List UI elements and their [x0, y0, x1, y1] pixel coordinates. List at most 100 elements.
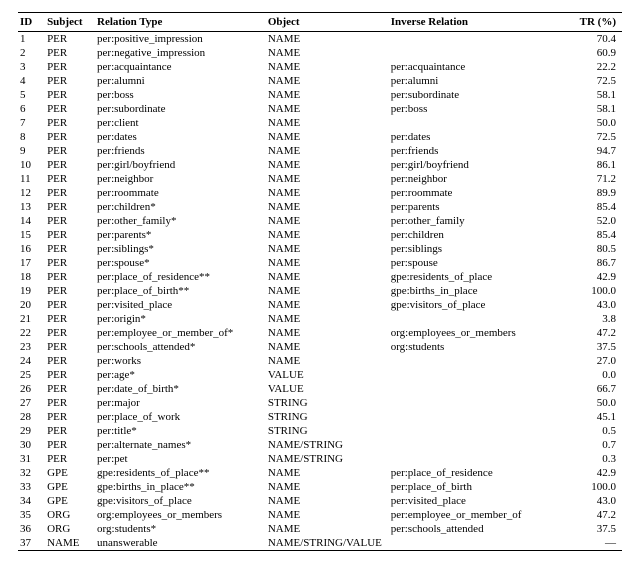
cell-inverse: gpe:births_in_place: [389, 284, 570, 298]
cell-id: 12: [18, 186, 45, 200]
cell-inverse: per:neighbor: [389, 172, 570, 186]
table-row: 37NAMEunanswerableNAME/STRING/VALUE—: [18, 536, 622, 551]
cell-subject: PER: [45, 228, 95, 242]
cell-subject: PER: [45, 298, 95, 312]
cell-subject: GPE: [45, 494, 95, 508]
cell-relation: org:students*: [95, 522, 266, 536]
table-row: 12PERper:roommateNAMEper:roommate89.9: [18, 186, 622, 200]
cell-inverse: [389, 46, 570, 60]
cell-tr: 85.4: [570, 200, 622, 214]
cell-inverse: org:students: [389, 340, 570, 354]
cell-inverse: [389, 452, 570, 466]
cell-subject: PER: [45, 32, 95, 47]
cell-relation: per:roommate: [95, 186, 266, 200]
cell-tr: 71.2: [570, 172, 622, 186]
cell-object: NAME: [266, 60, 389, 74]
cell-object: NAME: [266, 214, 389, 228]
cell-object: NAME: [266, 74, 389, 88]
cell-subject: PER: [45, 382, 95, 396]
cell-inverse: [389, 382, 570, 396]
cell-id: 11: [18, 172, 45, 186]
cell-relation: per:place_of_residence**: [95, 270, 266, 284]
cell-relation: per:subordinate: [95, 102, 266, 116]
cell-subject: PER: [45, 60, 95, 74]
cell-object: NAME: [266, 144, 389, 158]
cell-subject: PER: [45, 354, 95, 368]
cell-tr: 50.0: [570, 396, 622, 410]
cell-object: NAME: [266, 508, 389, 522]
cell-id: 22: [18, 326, 45, 340]
table-row: 15PERper:parents*NAMEper:children85.4: [18, 228, 622, 242]
cell-subject: PER: [45, 340, 95, 354]
cell-id: 20: [18, 298, 45, 312]
table-row: 16PERper:siblings*NAMEper:siblings80.5: [18, 242, 622, 256]
cell-id: 19: [18, 284, 45, 298]
cell-id: 5: [18, 88, 45, 102]
cell-relation: per:positive_impression: [95, 32, 266, 47]
cell-object: NAME/STRING: [266, 438, 389, 452]
cell-id: 36: [18, 522, 45, 536]
table-row: 28PERper:place_of_workSTRING45.1: [18, 410, 622, 424]
cell-object: NAME: [266, 354, 389, 368]
cell-subject: PER: [45, 312, 95, 326]
cell-tr: 22.2: [570, 60, 622, 74]
table-row: 3PERper:acquaintanceNAMEper:acquaintance…: [18, 60, 622, 74]
cell-object: NAME: [266, 102, 389, 116]
cell-relation: per:spouse*: [95, 256, 266, 270]
cell-subject: PER: [45, 144, 95, 158]
table-row: 21PERper:origin*NAME3.8: [18, 312, 622, 326]
cell-relation: per:age*: [95, 368, 266, 382]
cell-tr: 45.1: [570, 410, 622, 424]
cell-object: NAME: [266, 172, 389, 186]
cell-tr: 100.0: [570, 284, 622, 298]
cell-tr: 37.5: [570, 522, 622, 536]
cell-tr: 86.1: [570, 158, 622, 172]
cell-inverse: [389, 396, 570, 410]
cell-tr: 47.2: [570, 326, 622, 340]
table-row: 29PERper:title*STRING0.5: [18, 424, 622, 438]
cell-inverse: per:employee_or_member_of: [389, 508, 570, 522]
cell-inverse: [389, 116, 570, 130]
cell-tr: 0.5: [570, 424, 622, 438]
cell-object: NAME: [266, 116, 389, 130]
cell-tr: 27.0: [570, 354, 622, 368]
table-row: 24PERper:worksNAME27.0: [18, 354, 622, 368]
cell-inverse: gpe:visitors_of_place: [389, 298, 570, 312]
table-row: 14PERper:other_family*NAMEper:other_fami…: [18, 214, 622, 228]
cell-inverse: per:siblings: [389, 242, 570, 256]
cell-id: 31: [18, 452, 45, 466]
cell-subject: PER: [45, 186, 95, 200]
table-row: 17PERper:spouse*NAMEper:spouse86.7: [18, 256, 622, 270]
cell-inverse: [389, 410, 570, 424]
cell-tr: 66.7: [570, 382, 622, 396]
cell-tr: 43.0: [570, 494, 622, 508]
cell-subject: ORG: [45, 508, 95, 522]
cell-inverse: [389, 312, 570, 326]
cell-relation: per:children*: [95, 200, 266, 214]
table-row: 20PERper:visited_placeNAMEgpe:visitors_o…: [18, 298, 622, 312]
cell-subject: PER: [45, 256, 95, 270]
cell-id: 24: [18, 354, 45, 368]
cell-tr: 47.2: [570, 508, 622, 522]
cell-id: 3: [18, 60, 45, 74]
table-row: 35ORGorg:employees_or_membersNAMEper:emp…: [18, 508, 622, 522]
cell-inverse: per:subordinate: [389, 88, 570, 102]
header-inverse: Inverse Relation: [389, 13, 570, 32]
cell-subject: PER: [45, 214, 95, 228]
cell-inverse: per:boss: [389, 102, 570, 116]
cell-subject: PER: [45, 116, 95, 130]
table-row: 1PERper:positive_impressionNAME70.4: [18, 32, 622, 47]
table-row: 10PERper:girl/boyfriendNAMEper:girl/boyf…: [18, 158, 622, 172]
cell-id: 29: [18, 424, 45, 438]
cell-subject: PER: [45, 284, 95, 298]
cell-relation: per:friends: [95, 144, 266, 158]
cell-id: 34: [18, 494, 45, 508]
cell-object: NAME: [266, 494, 389, 508]
cell-relation: per:origin*: [95, 312, 266, 326]
cell-object: NAME: [266, 466, 389, 480]
cell-tr: 52.0: [570, 214, 622, 228]
cell-relation: per:other_family*: [95, 214, 266, 228]
cell-object: NAME: [266, 228, 389, 242]
cell-relation: per:alumni: [95, 74, 266, 88]
cell-object: NAME: [266, 256, 389, 270]
